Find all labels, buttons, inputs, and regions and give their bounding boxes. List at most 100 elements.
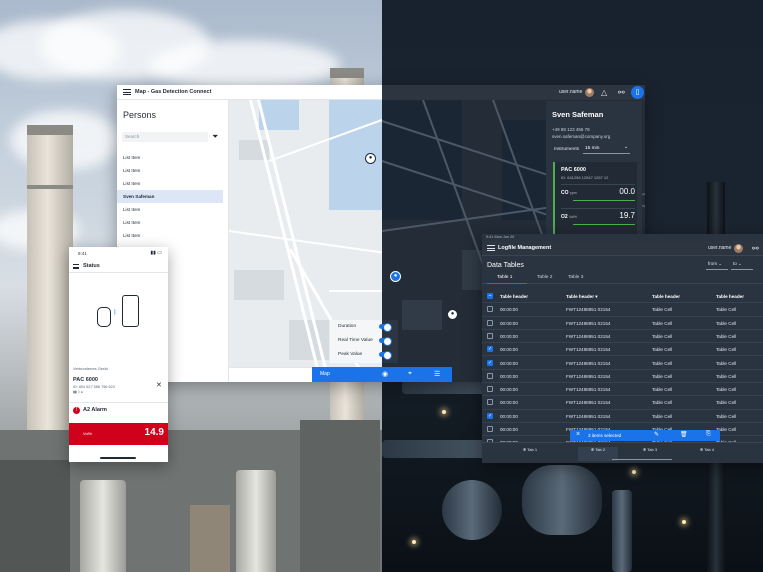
select-all-checkbox[interactable]: – [487, 293, 493, 299]
table-row[interactable]: 00:00:00 FWT12488951 02154 Table Cell Table… [482, 383, 763, 397]
layer-duration-label: Duration [338, 324, 357, 329]
table-cell: 00:00:00 [500, 387, 518, 393]
list-item[interactable]: List Item [117, 164, 223, 177]
bottom-tab-4[interactable]: ✻ Tab 4 [687, 447, 727, 461]
row-checkbox[interactable] [487, 399, 493, 406]
menu-icon[interactable] [487, 245, 495, 251]
table-row[interactable]: 00:00:00 FWT12488951 02154 Table Cell Table… [482, 317, 763, 330]
person-email[interactable]: sven.safeman@company.org [552, 134, 610, 139]
layer-realtime-label: Real Time Value [338, 338, 373, 343]
row-checkbox[interactable]: ✓ [487, 346, 493, 353]
pairing-illustration: ᛒ [94, 295, 146, 341]
row-checkbox[interactable] [487, 306, 493, 313]
avatar[interactable] [734, 244, 743, 253]
filter-icon[interactable]: ⏷ [212, 132, 218, 142]
realtime-toggle[interactable] [379, 337, 392, 346]
row-checkbox[interactable] [487, 386, 493, 393]
instruments-select[interactable]: 15 min ⌄ [583, 144, 630, 154]
table-cell: Table Cell [716, 387, 737, 393]
persons-title: Persons [123, 110, 157, 120]
table-row[interactable]: 00:00:00 FWT12488951 02154 Table Cell Table… [482, 303, 763, 317]
map-tab-label[interactable]: Map [320, 371, 330, 377]
close-icon[interactable]: × [576, 431, 580, 438]
close-icon[interactable]: ✕ [156, 381, 162, 389]
table-cell: Table Cell [652, 320, 673, 326]
table-row[interactable]: ✓ 00:00:00 FWT12488951 02154 Table Cell Tabl… [482, 357, 763, 370]
locate-icon[interactable]: ⌖ [408, 370, 412, 378]
bluetooth-icon: ᛒ [113, 310, 117, 316]
table-cell: 00:00:00 [500, 333, 518, 339]
phone-clock: 9:41 [78, 251, 87, 256]
table-cell: 00:00:00 [500, 373, 518, 379]
table-row[interactable]: 00:00:00 FWT12488951 02154 Table Cell Table… [482, 370, 763, 384]
tab-table-2[interactable]: Table 2 [537, 275, 552, 280]
table-cell: Table Cell [652, 387, 673, 393]
row-checkbox[interactable] [487, 372, 493, 379]
table-cell: Table Cell [652, 400, 673, 406]
list-item[interactable]: List Item [117, 177, 223, 190]
table-cell: Table Cell [716, 307, 737, 313]
column-header[interactable]: Table header [652, 294, 680, 299]
avatar[interactable] [585, 88, 594, 97]
connected-device-label: Verbundenes Gerät [73, 366, 108, 371]
tab-table-3[interactable]: Table 3 [568, 275, 583, 280]
delete-icon[interactable]: 🗑 [680, 431, 688, 438]
record-icon[interactable]: ◉ [382, 370, 388, 378]
column-header-sorted[interactable]: Table header ▾ [566, 294, 598, 300]
peak-toggle[interactable] [379, 351, 392, 360]
selection-action-bar: × 3 items selected ✎ 🗑 ⎘ [570, 430, 720, 441]
table-cell: 00:00:00 [500, 400, 518, 406]
person-phone[interactable]: +49 88 123 456 78 [552, 127, 590, 132]
gas-value: 19.7 [619, 211, 635, 220]
to-date-select[interactable]: to ⌄ [731, 261, 753, 270]
export-icon[interactable]: ⎘ [706, 431, 711, 438]
table-cell: FWT12488951 02154 [566, 387, 611, 393]
table-header-row: – Table header Table header ▾ Table head… [482, 290, 763, 304]
table-tabs: Table 1 Table 2 Table 3 [482, 272, 763, 284]
smartphone-icon [122, 295, 139, 327]
from-date-select[interactable]: from ⌄ [706, 261, 728, 270]
table-row[interactable]: 00:00:00 FWT12488951 02154 Table Cell Table… [482, 330, 763, 344]
table-row[interactable]: 00:00:00 FWT12488951 02154 Table Cell Table… [482, 396, 763, 410]
table-cell: Table Cell [716, 373, 737, 379]
menu-icon[interactable] [123, 89, 131, 95]
table-row[interactable]: ✓ 00:00:00 FWT12488951 02154 Table Cell Tabl… [482, 410, 763, 423]
person-location-pin[interactable]: ● [365, 153, 376, 164]
row-checkbox[interactable] [487, 319, 493, 326]
table-row[interactable]: ✓ 00:00:00 FWT12488951 02154 Table Cell Tabl… [482, 343, 763, 357]
list-item[interactable]: List Item [117, 229, 223, 242]
menu-icon[interactable] [73, 264, 79, 269]
link-icon[interactable]: ⚯ [752, 244, 759, 253]
bottom-tab-1[interactable]: ✻ Tab 1 [510, 447, 550, 461]
list-item[interactable]: List Item [117, 216, 223, 229]
home-indicator[interactable] [100, 457, 136, 459]
row-checkbox[interactable] [487, 332, 493, 339]
column-header[interactable]: Table header [716, 294, 744, 299]
tab-indicator [487, 283, 527, 284]
table-cell: Table Cell [716, 333, 737, 339]
selected-person-pin[interactable]: ● [390, 271, 401, 282]
row-checkbox[interactable] [487, 426, 493, 432]
alarm-label: A2 Alarm [83, 407, 107, 413]
warning-icon[interactable]: △ [601, 88, 607, 97]
list-item[interactable]: List Item [117, 203, 223, 216]
person-location-pin[interactable]: ● [447, 309, 458, 320]
row-checkbox[interactable]: ✓ [487, 412, 493, 419]
table-cell: FWT12488951 02154 [566, 347, 611, 353]
edit-icon[interactable]: ✎ [654, 431, 659, 438]
device-icon[interactable]: ▯ [631, 86, 644, 99]
alarm-value-banner[interactable]: Vol% 14.9 [69, 423, 168, 445]
duration-toggle[interactable] [379, 323, 392, 332]
table-cell: FWT12488951 02154 [566, 307, 611, 313]
tab-table-1[interactable]: Table 1 [497, 275, 512, 280]
search-input[interactable]: Search [122, 132, 208, 142]
link-icon[interactable]: ⚯ [618, 88, 625, 97]
list-icon[interactable]: ☰ [434, 370, 440, 378]
row-checkbox[interactable]: ✓ [487, 359, 493, 366]
list-item[interactable]: List Item [117, 151, 223, 164]
battery-icon: ▮▮ ▭ [150, 250, 162, 256]
column-header[interactable]: Table header [500, 294, 528, 299]
list-item-selected[interactable]: Sven Safeman [117, 190, 223, 203]
table-cell: Table Cell [652, 347, 673, 353]
table-cell: FWT12488951 02154 [566, 320, 611, 326]
